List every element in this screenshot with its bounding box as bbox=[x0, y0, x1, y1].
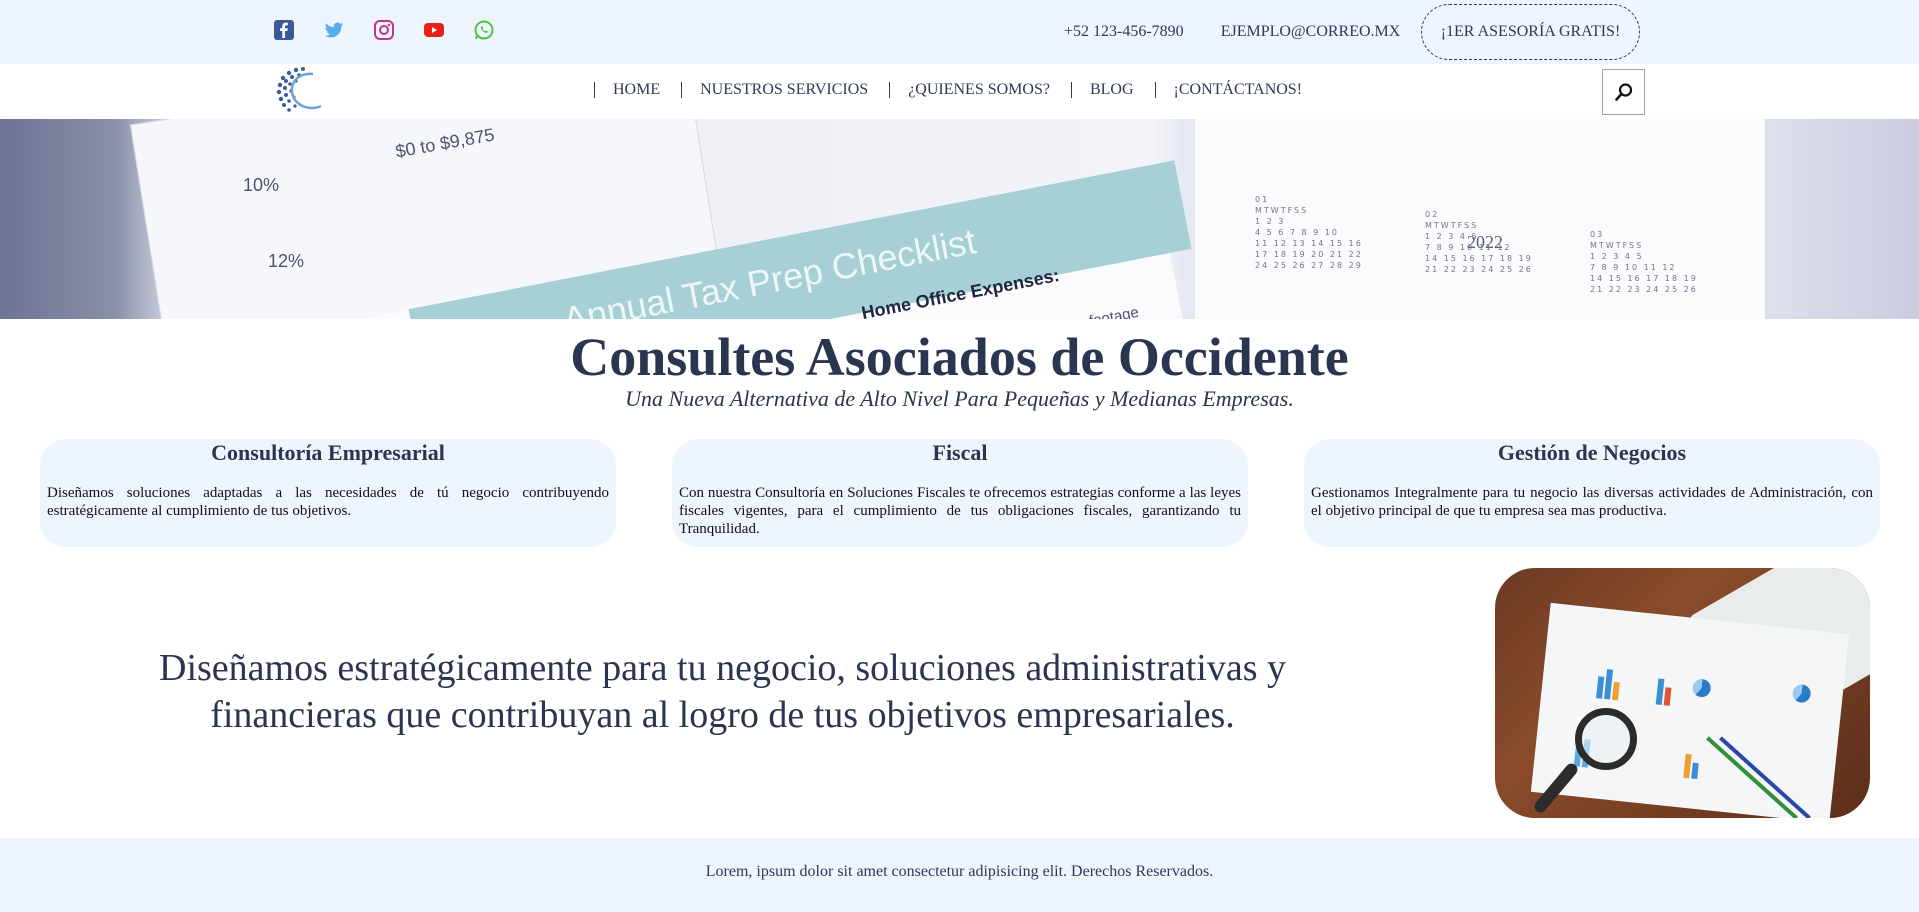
nav-item-services[interactable]: NUESTROS SERVICIOS bbox=[681, 81, 868, 99]
photo-pie bbox=[1691, 678, 1712, 698]
nav-item-label: BLOG bbox=[1089, 81, 1134, 98]
photo-bar bbox=[1663, 687, 1672, 706]
whatsapp-icon[interactable] bbox=[473, 19, 495, 41]
service-card-business: Gestión de Negocios Gestionamos Integral… bbox=[1304, 439, 1880, 547]
search-icon bbox=[1614, 83, 1632, 101]
service-card-fiscal: Fiscal Con nuestra Consultoría en Soluci… bbox=[672, 439, 1248, 547]
twitter-icon[interactable] bbox=[323, 19, 345, 41]
nav-item-label: ¿QUIENES SOMOS? bbox=[908, 81, 1050, 98]
page-title: Consultes Asociados de Occidente bbox=[570, 327, 1349, 387]
tax-rate-2: 12% bbox=[268, 251, 305, 271]
service-card-title: Fiscal bbox=[932, 440, 988, 465]
nav-separator bbox=[1154, 82, 1156, 98]
analytics-photo bbox=[1495, 568, 1870, 818]
main-navbar: HOME NUESTROS SERVICIOS ¿QUIENES SOMOS? … bbox=[0, 64, 1919, 119]
nav-item-label: NUESTROS SERVICIOS bbox=[700, 81, 869, 98]
nav-item-home[interactable]: HOME bbox=[594, 81, 660, 99]
service-card-title: Consultoría Empresarial bbox=[211, 440, 445, 465]
photo-bar bbox=[1683, 753, 1692, 779]
search-button[interactable] bbox=[1602, 69, 1645, 115]
nav-separator bbox=[594, 82, 595, 98]
footer: Lorem, ipsum dolor sit amet consectetur … bbox=[0, 838, 1919, 912]
nav-item-contact[interactable]: ¡CONTÁCTANOS! bbox=[1154, 81, 1303, 99]
photo-bar bbox=[1611, 681, 1620, 701]
nav-separator bbox=[889, 82, 891, 98]
phone-number[interactable]: +52 123-456-7890 bbox=[1064, 23, 1184, 41]
footer-text: Lorem, ipsum dolor sit amet consectetur … bbox=[705, 863, 1214, 880]
nav-item-label: ¡CONTÁCTANOS! bbox=[1173, 81, 1303, 98]
nav-separator bbox=[681, 82, 683, 98]
free-consultation-button[interactable]: ¡1ER ASESORÍA GRATIS! bbox=[1421, 4, 1640, 60]
nav-item-blog[interactable]: BLOG bbox=[1070, 81, 1134, 99]
tax-rate-1: 10% bbox=[243, 175, 280, 195]
contact-info: +52 123-456-7890 EJEMPLO@CORREO.MX bbox=[1064, 23, 1400, 41]
nav-item-label: HOME bbox=[613, 81, 661, 98]
social-links bbox=[273, 19, 495, 41]
instagram-icon[interactable] bbox=[373, 19, 395, 41]
email-address[interactable]: EJEMPLO@CORREO.MX bbox=[1221, 23, 1401, 41]
calendar-month-grid: 03 MTWTFSS 1 2 3 4 57 8 9 10 11 12 14 15 16… bbox=[1590, 230, 1698, 294]
calendar-month-grid: 01 MTWTFSS 1 2 34 5 6 7 8 9 10 11 12 13 14 … bbox=[1255, 195, 1363, 270]
service-card-text: Con nuestra Consultoría en Soluciones Fi… bbox=[679, 485, 1241, 537]
magnifier-lens bbox=[1575, 708, 1637, 770]
calendar-month-grid: 02 MTWTFSS 1 2 3 4 57 8 9 10 11 12 14 15 16… bbox=[1425, 210, 1533, 274]
company-logo[interactable] bbox=[273, 64, 323, 116]
facebook-icon[interactable] bbox=[273, 19, 295, 41]
main-menu: HOME NUESTROS SERVICIOS ¿QUIENES SOMOS? … bbox=[594, 81, 1302, 99]
nav-separator bbox=[1070, 82, 1072, 98]
hero-banner-image: 10% 12% $0 to $9,875 Annual Tax Prep Che… bbox=[0, 119, 1919, 319]
service-card-consulting: Consultoría Empresarial Diseñamos soluci… bbox=[40, 439, 616, 547]
top-bar: +52 123-456-7890 EJEMPLO@CORREO.MX ¡1ER … bbox=[0, 0, 1919, 64]
nav-item-about[interactable]: ¿QUIENES SOMOS? bbox=[889, 81, 1050, 99]
service-card-title: Gestión de Negocios bbox=[1497, 440, 1687, 465]
photo-pie bbox=[1791, 683, 1812, 704]
tagline: Diseñamos estratégicamente para tu negoc… bbox=[159, 647, 1286, 736]
service-card-text: Gestionamos Integralmente para tu negoci… bbox=[1311, 485, 1873, 519]
service-card-text: Diseñamos soluciones adaptadas a las nec… bbox=[47, 485, 609, 519]
youtube-icon[interactable] bbox=[423, 19, 445, 41]
photo-bar bbox=[1691, 762, 1699, 780]
page-subtitle: Una Nueva Alternativa de Alto Nivel Para… bbox=[625, 386, 1294, 411]
chart-sheet bbox=[1530, 602, 1850, 818]
photo-bar bbox=[1596, 676, 1605, 699]
